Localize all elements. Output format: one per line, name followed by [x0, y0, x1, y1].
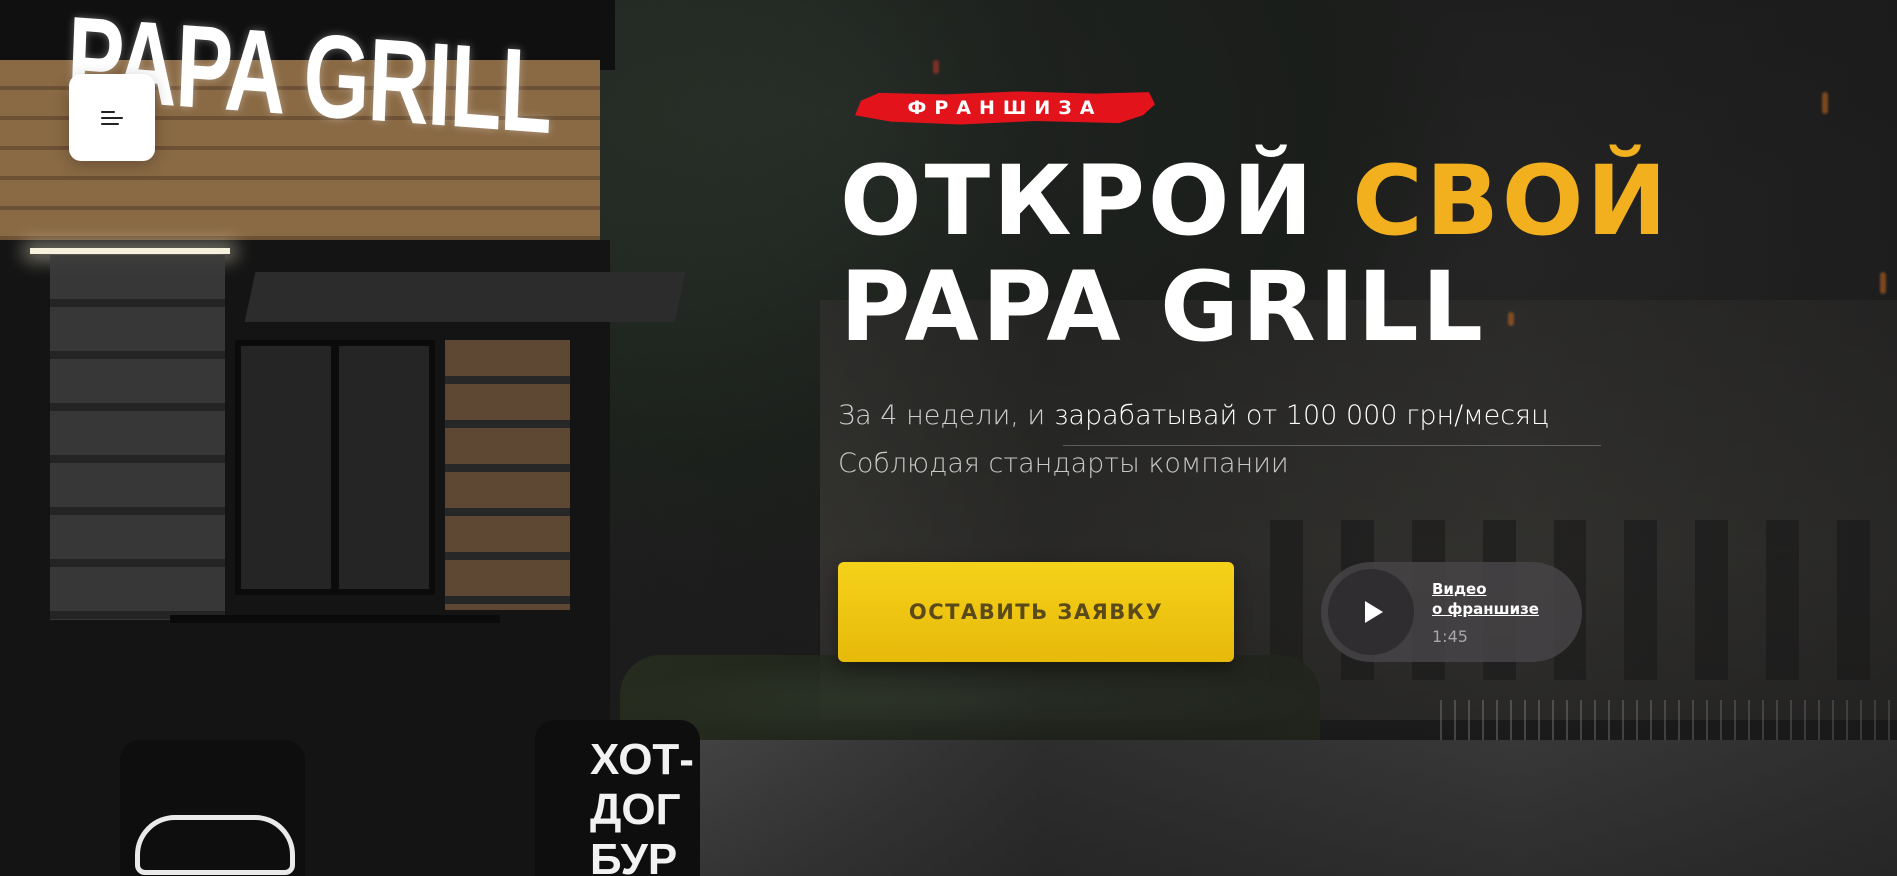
barrel-line: БУР — [590, 835, 678, 876]
ember-decoration — [1822, 92, 1828, 114]
ember-decoration — [933, 60, 939, 74]
barrel-line: ХОТ- — [590, 735, 694, 784]
franchise-video-button[interactable]: Видео о франшизе 1:45 — [1321, 562, 1582, 662]
barrel-line: ДОГ — [590, 785, 681, 834]
subtitle-lead: За 4 недели, и — [838, 400, 1054, 431]
kiosk-lights — [30, 248, 230, 254]
barrel-lettering: ХОТ- ДОГ БУР — [590, 735, 694, 876]
headline-line-2: PAPA GRILL — [840, 251, 1486, 363]
hero-headline: ОТКРОЙ СВОЙ PAPA GRILL — [840, 148, 1670, 360]
subtitle-underline — [1063, 445, 1601, 446]
play-button[interactable] — [1328, 569, 1414, 655]
ember-decoration — [1880, 272, 1886, 294]
subtitle-highlight: зарабатывай от 100 000 грн/месяц — [1053, 400, 1550, 431]
headline-accent: СВОЙ — [1352, 145, 1670, 257]
kiosk-window — [235, 340, 435, 595]
leave-request-button[interactable]: ОСТАВИТЬ ЗАЯВКУ — [838, 562, 1234, 662]
headline-line-1: ОТКРОЙ СВОЙ — [840, 148, 1670, 254]
video-duration: 1:45 — [1432, 626, 1468, 646]
kiosk-menu-board — [50, 255, 225, 620]
hotdog-drawing — [135, 815, 295, 875]
kiosk-menu-board — [445, 340, 570, 610]
badge-label: ФРАНШИЗА — [907, 97, 1103, 119]
hero-section: PAPA GRILL ХОТ- ДОГ БУР ФРАНШИЗА ОТКРОЙ … — [0, 0, 1897, 876]
kiosk-shelf — [170, 615, 500, 623]
hero-subtitle: За 4 недели, и зарабатывай от 100 000 гр… — [838, 400, 1549, 431]
video-title-line1[interactable]: Видео — [1432, 579, 1539, 599]
hamburger-menu-icon — [101, 109, 123, 127]
play-icon — [1364, 601, 1383, 623]
menu-button[interactable] — [69, 74, 155, 161]
video-text: Видео о франшизе 1:45 — [1432, 579, 1539, 646]
hero-subtitle-line2: Соблюдая стандарты компании — [838, 448, 1289, 479]
headline-part1: ОТКРОЙ — [840, 145, 1353, 257]
franchise-badge: ФРАНШИЗА — [855, 90, 1155, 126]
cta-label: ОСТАВИТЬ ЗАЯВКУ — [908, 600, 1164, 624]
video-title-line2[interactable]: о франшизе — [1432, 599, 1539, 619]
kiosk-awning — [244, 272, 686, 322]
